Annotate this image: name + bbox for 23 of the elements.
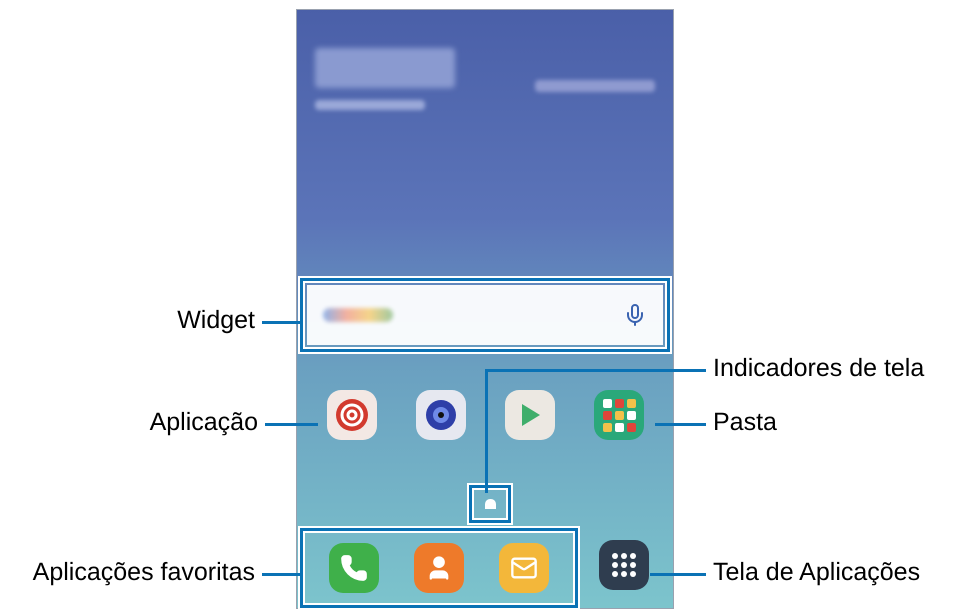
camera-lens-icon: [424, 398, 458, 432]
leader-line: [655, 423, 706, 426]
store-app-icon[interactable]: [504, 390, 554, 440]
camera-app-icon[interactable]: [416, 390, 466, 440]
callout-label: Pasta: [713, 410, 777, 435]
callout-label: Aplicações favoritas: [32, 560, 255, 585]
messages-app-icon[interactable]: [499, 543, 550, 593]
app-grid-drawing: [600, 397, 636, 433]
callout-label: Tela de Aplicações: [713, 560, 920, 585]
callout-label: Aplicação: [150, 410, 258, 435]
leader-line: [650, 573, 706, 576]
contacts-app-icon[interactable]: [414, 543, 464, 593]
callout-label: Widget: [177, 308, 255, 333]
folder-icon[interactable]: [594, 390, 644, 440]
phone-app-icon[interactable]: [328, 543, 379, 593]
callout-label: Indicadores de tela: [713, 356, 924, 381]
email-app-icon[interactable]: [326, 390, 376, 440]
grid-dots-icon: [611, 552, 637, 578]
leader-line: [265, 423, 318, 426]
home-indicator-icon: [484, 499, 496, 509]
apps-button[interactable]: [599, 540, 649, 590]
logo-icon: [323, 308, 393, 322]
phone-icon: [340, 554, 368, 582]
